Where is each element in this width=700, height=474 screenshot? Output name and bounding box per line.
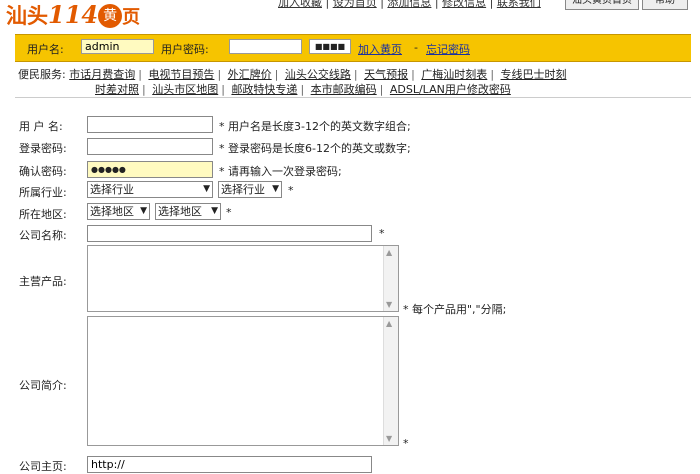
nav-link[interactable]: 外汇牌价 [228, 68, 272, 81]
login-username-input[interactable] [81, 39, 154, 54]
sub-industry-select[interactable]: 选择行业 ▼ [218, 181, 282, 198]
top-link[interactable]: 设为首页 [333, 0, 377, 9]
intro-label: 公司简介: [19, 379, 67, 392]
home-button[interactable]: 汕头黄页首页 [565, 0, 639, 10]
products-textarea[interactable]: ▲ ▼ [87, 245, 399, 312]
nav-link[interactable]: 汕头市区地图 [152, 83, 218, 96]
forgot-password-link[interactable]: 忘记密码 [426, 41, 470, 57]
company-name-field[interactable] [87, 225, 372, 242]
sub-industry-select-value: 选择行业 [221, 183, 265, 196]
chevron-down-icon: ▼ [140, 206, 147, 216]
homepage-field[interactable] [87, 456, 372, 473]
logo-number: 114 [48, 0, 99, 29]
required-star: * [288, 184, 294, 197]
join-link[interactable]: 加入黄页 [358, 41, 402, 57]
industry-select-value: 选择行业 [90, 183, 134, 196]
region-label: 所在地区: [19, 208, 67, 221]
logo-tail: 页 [122, 7, 141, 28]
products-label: 主营产品: [19, 275, 67, 288]
required-star: * [379, 227, 385, 240]
chevron-down-icon: ▼ [211, 206, 218, 216]
top-link[interactable]: 添加信息 [387, 0, 431, 9]
password-hint: * 登录密码是长度6-12个的英文或数字; [219, 142, 411, 155]
username-label: 用户名: [27, 43, 64, 56]
nav-link[interactable]: 广梅汕时刻表 [421, 68, 487, 81]
site-logo[interactable]: 汕头114 黄页 [6, 0, 196, 29]
nav-link[interactable]: ADSL/LAN用户修改密码 [390, 83, 511, 96]
industry-label: 所属行业: [19, 186, 67, 199]
captcha-image: ■■■■ [309, 39, 351, 54]
service-nav-title: 便民服务: [18, 68, 66, 81]
login-password-input[interactable] [229, 39, 302, 54]
link-dash: - [414, 41, 418, 54]
homepage-label: 公司主页: [19, 460, 67, 473]
sub-region-select-value: 选择地区 [158, 205, 202, 218]
top-link[interactable]: 修改信息 [442, 0, 486, 9]
scroll-down-icon[interactable]: ▼ [386, 300, 392, 309]
nav-link[interactable]: 汕头公交线路 [285, 68, 351, 81]
logo-badge: 黄 [98, 4, 123, 28]
username-field-label: 用 户 名: [19, 120, 63, 133]
scroll-up-icon[interactable]: ▲ [386, 319, 392, 328]
confirm-password-hint: * 请再输入一次登录密码; [219, 165, 342, 178]
products-hint: * 每个产品用","分隔; [403, 303, 507, 316]
nav-link[interactable]: 本市邮政编码 [311, 83, 377, 96]
chevron-down-icon: ▼ [203, 184, 210, 194]
password-field[interactable] [87, 138, 213, 155]
required-star: * [226, 206, 232, 219]
top-link[interactable]: 加入收藏 [278, 0, 322, 9]
nav-link[interactable]: 市话月费查询 [69, 68, 135, 81]
company-name-label: 公司名称: [19, 229, 67, 242]
chevron-down-icon: ▼ [272, 184, 279, 194]
service-nav-row-2: 时差对照 | 汕头市区地图 | 邮政特快专递 | 本市邮政编码 | ADSL/LAN用户… [95, 83, 511, 96]
nav-link[interactable]: 天气预报 [364, 68, 408, 81]
confirm-password-label: 确认密码: [19, 165, 67, 178]
region-select-value: 选择地区 [90, 205, 134, 218]
intro-textarea[interactable]: ▲ ▼ [87, 316, 399, 446]
confirm-password-field[interactable]: ●●●●● [87, 161, 213, 178]
logo-text: 汕头 [6, 3, 48, 28]
nav-link[interactable]: 邮政特快专递 [231, 83, 297, 96]
nav-link[interactable]: 时差对照 [95, 83, 139, 96]
sub-region-select[interactable]: 选择地区 ▼ [155, 203, 221, 220]
divider [15, 97, 691, 98]
scrollbar[interactable]: ▲ ▼ [383, 317, 398, 445]
username-hint: * 用户名是长度3-12个的英文数字组合; [219, 120, 411, 133]
password-label: 用户密码: [161, 43, 209, 56]
region-select[interactable]: 选择地区 ▼ [87, 203, 150, 220]
username-field[interactable] [87, 116, 213, 133]
industry-select[interactable]: 选择行业 ▼ [87, 181, 213, 198]
required-star: * [403, 437, 409, 450]
password-field-label: 登录密码: [19, 142, 67, 155]
scroll-up-icon[interactable]: ▲ [386, 248, 392, 257]
service-nav-row-1: 便民服务: 市话月费查询 | 电视节目预告 | 外汇牌价 | 汕头公交线路 | 天气预报… [18, 68, 567, 81]
top-links: 加入收藏 | 设为首页 | 添加信息 | 修改信息 | 联系我们 [278, 0, 541, 10]
help-button[interactable]: 帮助 [642, 0, 688, 10]
login-bar: 用户名: 用户密码: ■■■■ 加入黄页 - 忘记密码 [15, 34, 691, 62]
scrollbar[interactable]: ▲ ▼ [383, 246, 398, 311]
scroll-down-icon[interactable]: ▼ [386, 434, 392, 443]
nav-link[interactable]: 电视节目预告 [148, 68, 214, 81]
top-link[interactable]: 联系我们 [497, 0, 541, 9]
nav-link[interactable]: 专线巴士时刻 [501, 68, 567, 81]
